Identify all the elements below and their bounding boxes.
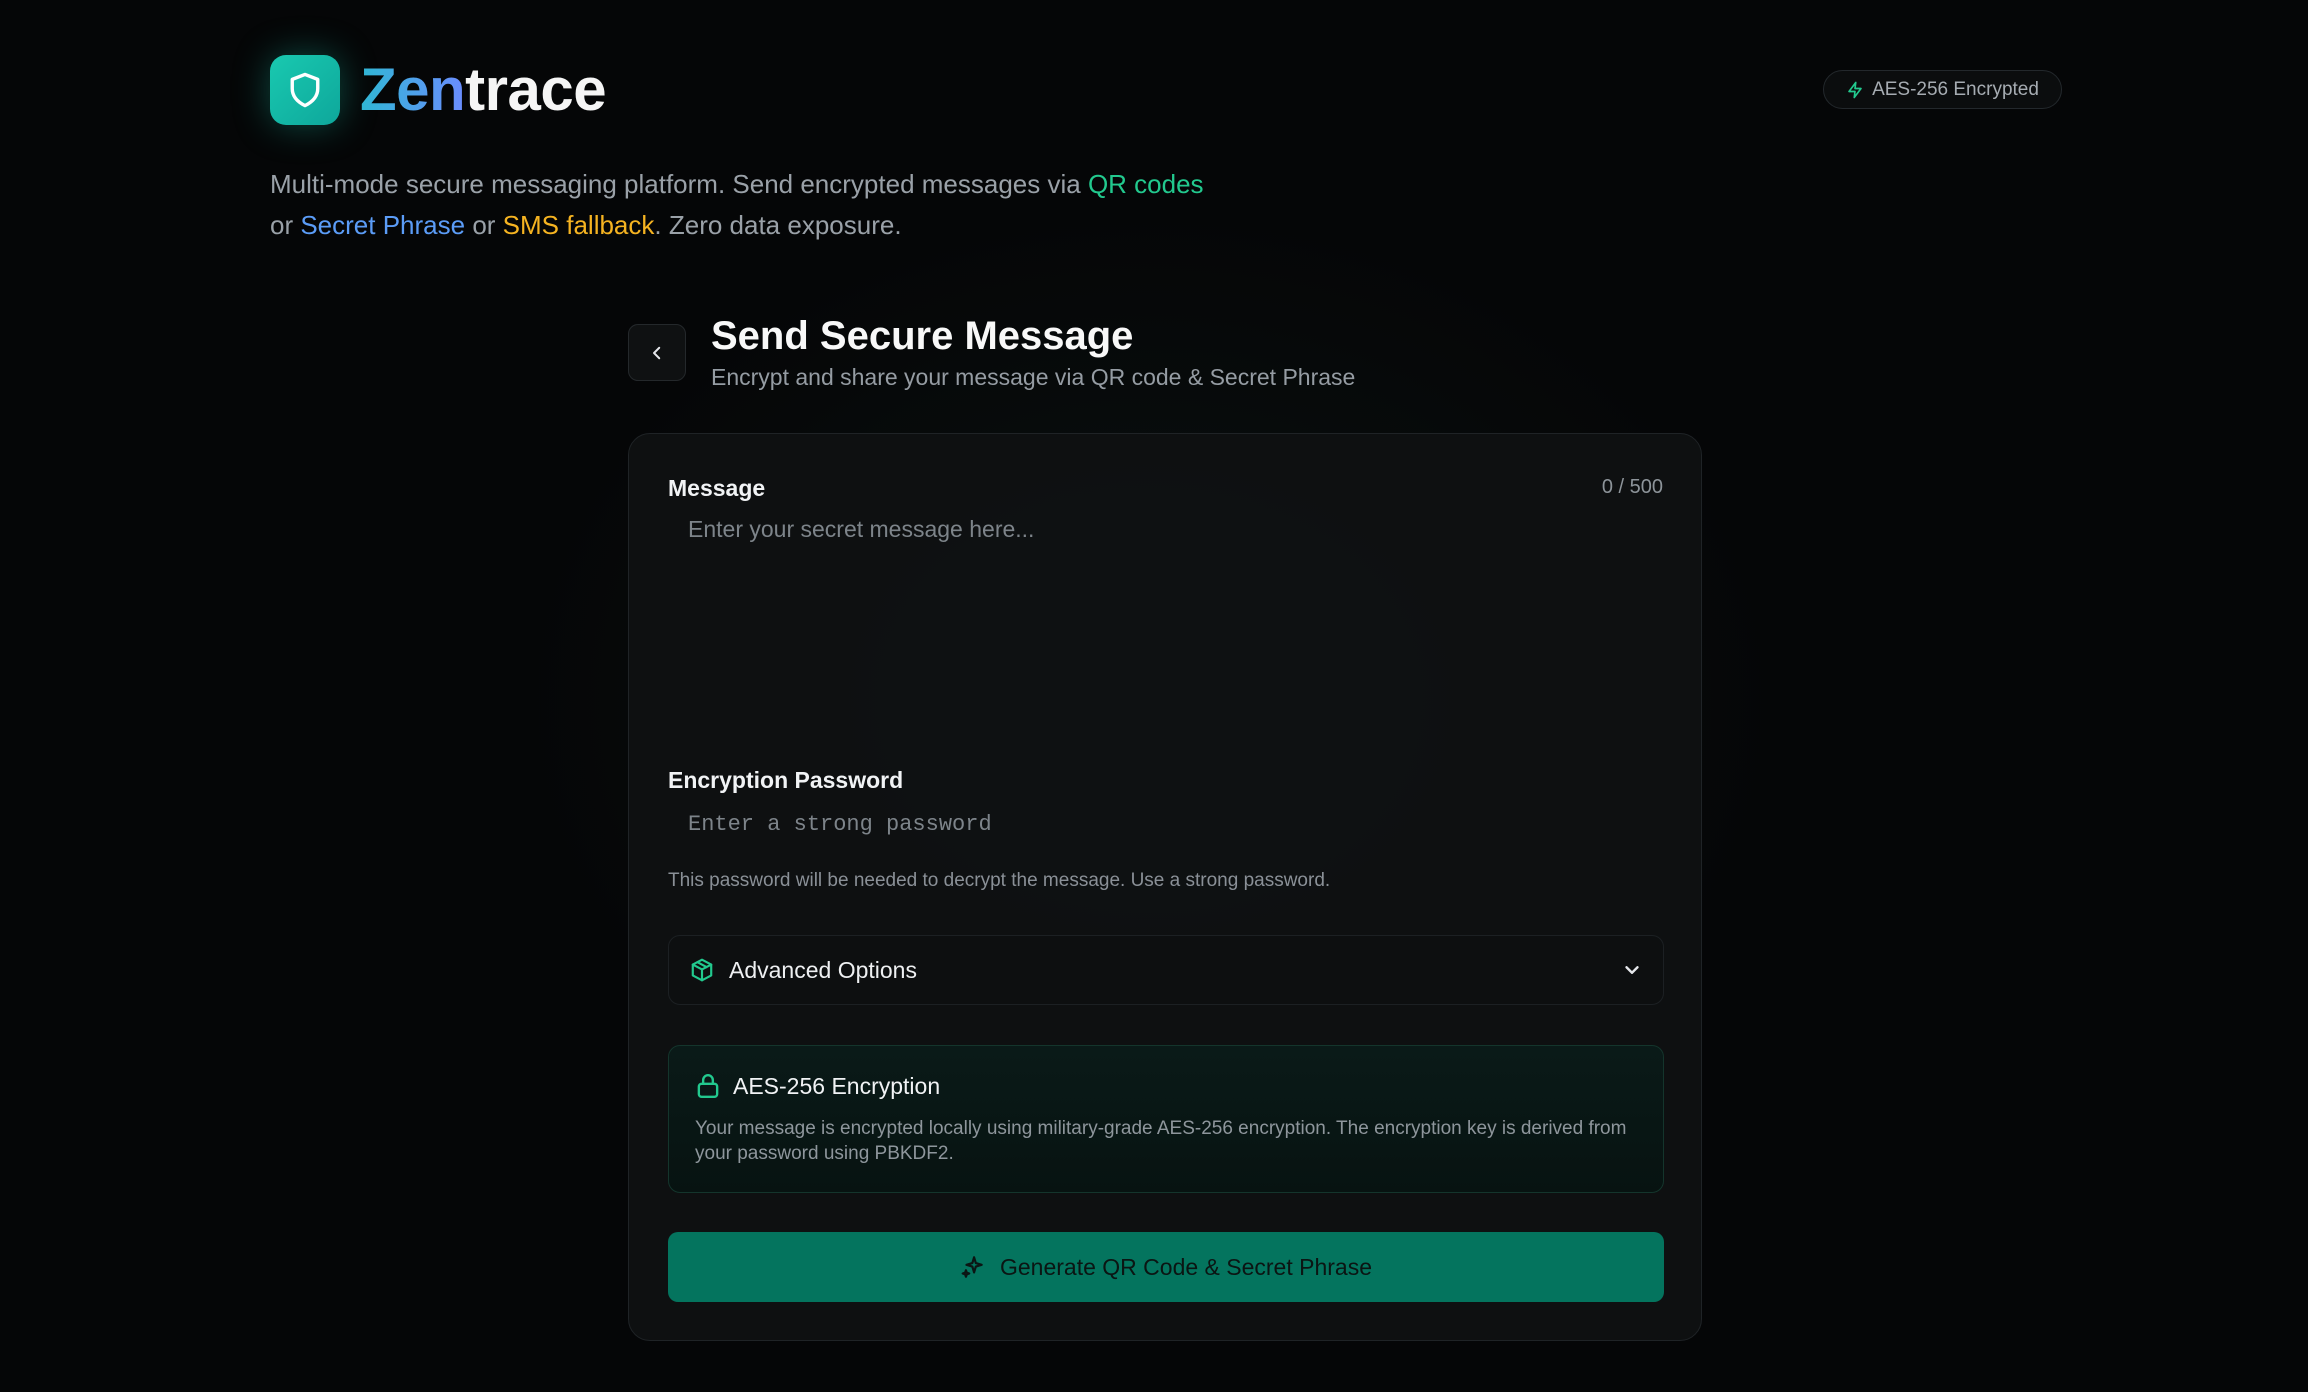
logo-tile <box>270 55 340 125</box>
encryption-info-title: AES-256 Encryption <box>733 1072 941 1099</box>
message-counter: 0 / 500 <box>1601 476 1663 498</box>
lightning-icon <box>1846 80 1864 100</box>
encryption-info-panel: AES-256 Encryption Your message is encry… <box>668 1045 1664 1193</box>
back-button[interactable] <box>628 324 686 381</box>
tagline: Multi-mode secure messaging platform. Se… <box>270 164 1230 246</box>
password-label: Encryption Password <box>668 767 904 793</box>
tagline-or: or <box>270 210 301 240</box>
brand-name: Zentrace <box>360 60 607 120</box>
brand-name-accent: Zen <box>360 56 466 123</box>
password-input[interactable] <box>668 802 1664 846</box>
advanced-options-toggle[interactable]: Advanced Options <box>668 935 1664 1005</box>
encryption-info-text: Your message is encrypted locally using … <box>695 1118 1627 1164</box>
brand: Zentrace <box>270 55 607 125</box>
brand-name-rest: trace <box>465 56 607 123</box>
encryption-badge: AES-256 Encrypted <box>1823 70 2062 109</box>
tagline-or: or <box>465 210 503 240</box>
chevron-left-icon <box>648 344 666 362</box>
password-hint: This password will be needed to decrypt … <box>668 870 1331 891</box>
encryption-info-heading: AES-256 Encryption <box>695 1072 940 1100</box>
shield-icon <box>288 71 322 109</box>
generate-button-label: Generate QR Code & Secret Phrase <box>999 1253 1373 1280</box>
tagline-outro: . Zero data exposure. <box>654 210 902 240</box>
tagline-sms-fallback: SMS fallback <box>502 210 655 240</box>
page-subtitle: Encrypt and share your message via QR co… <box>711 364 1356 390</box>
generate-button[interactable]: Generate QR Code & Secret Phrase <box>668 1232 1664 1302</box>
page-title: Send Secure Message <box>711 314 1134 358</box>
tagline-intro: Multi-mode secure messaging platform. Se… <box>270 169 1088 199</box>
lock-icon <box>695 1072 721 1100</box>
send-message-card: Message 0 / 500 Encryption Password This… <box>628 433 1702 1341</box>
message-textarea[interactable] <box>668 516 1664 716</box>
tagline-secret-phrase: Secret Phrase <box>300 210 466 240</box>
chevron-down-icon <box>1621 959 1643 981</box>
message-label: Message <box>668 475 766 501</box>
advanced-options-label: Advanced Options <box>729 956 917 983</box>
package-icon <box>689 957 715 983</box>
sparkles-icon <box>960 1254 986 1280</box>
tagline-qr-codes: QR codes <box>1087 169 1204 199</box>
encryption-badge-label: AES-256 Encrypted <box>1872 78 2039 100</box>
page: Zentrace AES-256 Encrypted Multi-mode se… <box>0 0 2308 1392</box>
